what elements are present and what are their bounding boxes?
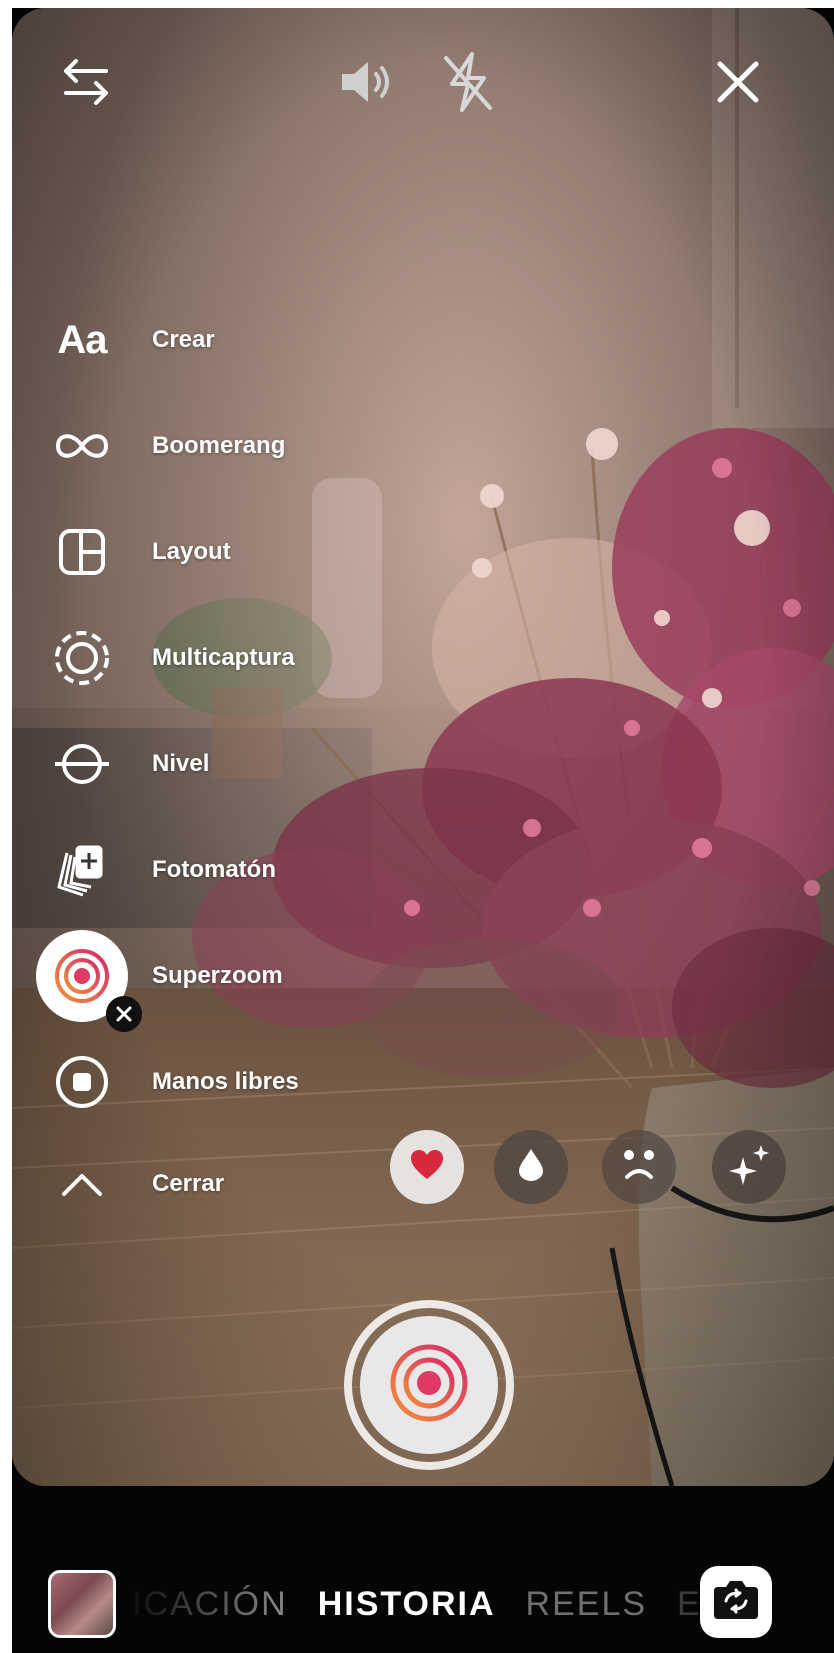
tool-label-boomerang: Boomerang <box>152 432 286 459</box>
tool-fotomaton[interactable]: Fotomatón <box>42 840 362 900</box>
tool-label-crear: Crear <box>152 326 215 353</box>
tool-manos-libres[interactable]: Manos libres <box>42 1052 362 1112</box>
tool-superzoom[interactable]: Superzoom <box>36 930 362 1032</box>
capture-button[interactable] <box>344 1300 514 1470</box>
tool-cerrar[interactable]: Cerrar <box>42 1154 362 1214</box>
phone-screen: Aa Crear Boomerang Layout Multicaptura N… <box>12 8 834 1653</box>
mode-tabs: ICACIÓN HISTORIA REELS E <box>132 1574 712 1634</box>
superzoom-selected-badge <box>36 930 142 1032</box>
tab-reels[interactable]: REELS <box>526 1585 648 1624</box>
tool-crear[interactable]: Aa Crear <box>42 310 362 370</box>
tab-historia[interactable]: HISTORIA <box>318 1585 496 1624</box>
sound-button[interactable] <box>330 52 402 116</box>
tool-layout[interactable]: Layout <box>42 522 362 582</box>
tool-label-manos-libres: Manos libres <box>152 1068 299 1095</box>
tool-label-layout: Layout <box>152 538 231 565</box>
chevron-up-icon <box>42 1154 122 1214</box>
camera-viewfinder[interactable]: Aa Crear Boomerang Layout Multicaptura N… <box>12 8 834 1486</box>
swap-arrows-icon <box>58 57 114 112</box>
sad-face-effect-button[interactable] <box>602 1130 676 1204</box>
heart-effect-button[interactable] <box>390 1130 464 1204</box>
sparkles-effect-button[interactable] <box>712 1130 786 1204</box>
close-button[interactable] <box>704 52 772 116</box>
flash-button[interactable] <box>432 46 504 122</box>
tab-en-directo[interactable]: E <box>677 1585 702 1624</box>
photobooth-icon <box>42 840 122 900</box>
capture-button-inner <box>360 1316 498 1454</box>
tool-nivel[interactable]: Nivel <box>42 734 362 794</box>
mode-bar: ICACIÓN HISTORIA REELS E <box>12 1486 834 1653</box>
swap-cameras-button[interactable] <box>50 52 122 116</box>
camera-flip-icon <box>712 1579 760 1626</box>
close-icon <box>715 59 761 110</box>
tool-label-cerrar: Cerrar <box>152 1170 225 1197</box>
drop-effect-button[interactable] <box>494 1130 568 1204</box>
superzoom-capture-icon <box>387 1341 471 1430</box>
tool-label-nivel: Nivel <box>152 750 210 777</box>
tool-label-fotomaton: Fotomatón <box>152 856 276 883</box>
heart-icon <box>409 1149 445 1186</box>
level-icon <box>42 734 122 794</box>
tool-boomerang[interactable]: Boomerang <box>42 416 362 476</box>
speaker-icon <box>336 56 396 113</box>
layout-grid-icon <box>42 522 122 582</box>
sparkles-icon <box>727 1143 771 1192</box>
tool-multicaptura[interactable]: Multicaptura <box>42 628 362 688</box>
tool-label-superzoom: Superzoom <box>152 962 283 989</box>
hands-free-icon <box>42 1052 122 1112</box>
remove-effect-icon[interactable] <box>106 996 142 1032</box>
multicapture-icon <box>42 628 122 688</box>
tab-publicacion[interactable]: ICACIÓN <box>132 1585 288 1624</box>
infinity-icon <box>42 416 122 476</box>
tool-label-multicaptura: Multicaptura <box>152 644 295 671</box>
flip-camera-button[interactable] <box>700 1566 772 1638</box>
gallery-thumbnail[interactable] <box>48 1570 116 1638</box>
text-aa-icon: Aa <box>57 317 107 362</box>
sad-face-icon <box>619 1147 659 1188</box>
drop-icon <box>517 1147 545 1188</box>
flash-off-icon <box>440 50 496 119</box>
